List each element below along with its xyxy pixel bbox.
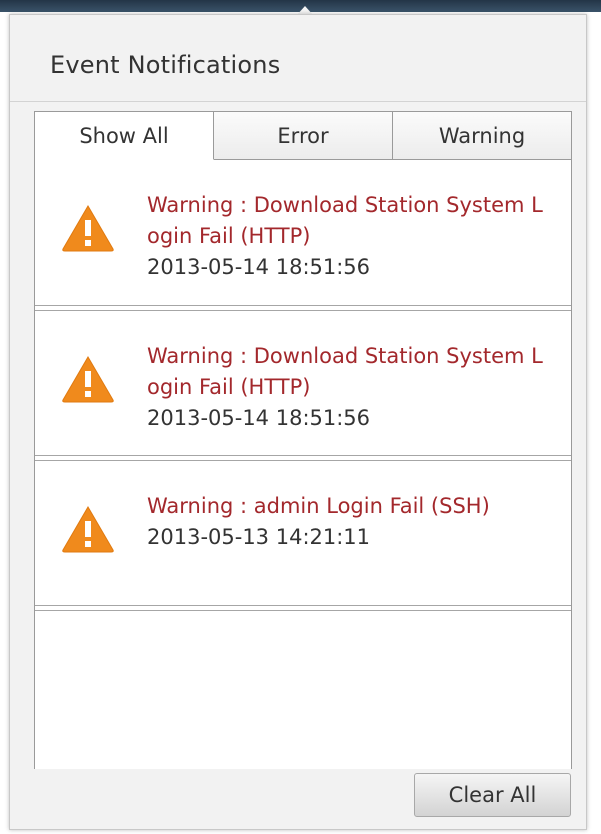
event-timestamp: 2013-05-14 18:51:56 xyxy=(147,406,371,430)
title-divider xyxy=(10,101,586,102)
filter-tabs: Show All Error Warning xyxy=(35,112,571,160)
tab-show-all[interactable]: Show All xyxy=(35,112,214,160)
warning-triangle-icon xyxy=(62,205,114,252)
warning-triangle-icon xyxy=(62,356,114,403)
event-message: Warning : Download Station System Login … xyxy=(147,344,543,399)
event-list: Warning : Download Station System Login … xyxy=(35,160,571,610)
event-message: Warning : Download Station System Login … xyxy=(147,193,543,248)
event-timestamp: 2013-05-13 14:21:11 xyxy=(147,525,371,549)
list-item[interactable]: Warning : Download Station System Login … xyxy=(35,310,571,456)
list-item[interactable]: Warning : admin Login Fail (SSH) 2013-05… xyxy=(35,460,571,606)
popup-title: Event Notifications xyxy=(50,51,281,79)
list-item[interactable]: Warning : Download Station System Login … xyxy=(35,160,571,306)
warning-triangle-icon xyxy=(62,506,114,553)
tab-warning[interactable]: Warning xyxy=(393,112,571,160)
event-notifications-popup: Event Notifications Show All Error Warni… xyxy=(9,14,587,830)
tab-error[interactable]: Error xyxy=(214,112,393,160)
empty-list-area xyxy=(35,610,571,769)
event-message: Warning : admin Login Fail (SSH) xyxy=(147,494,490,518)
event-timestamp: 2013-05-14 18:51:56 xyxy=(147,255,371,279)
notifications-panel: Show All Error Warning Warning : Downloa… xyxy=(34,111,572,769)
clear-all-button[interactable]: Clear All xyxy=(414,773,571,817)
